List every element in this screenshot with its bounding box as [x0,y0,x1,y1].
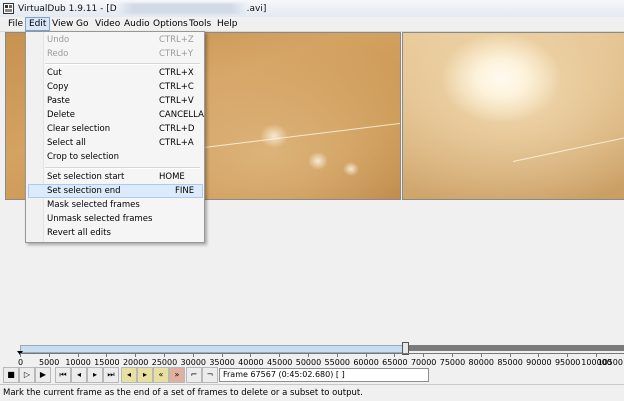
menu-item-undo[interactable]: Undo CTRL+Z [28,33,201,47]
menu-item-select-all[interactable]: Select all CTRL+A [28,136,201,150]
timeline-tick [538,353,540,357]
timeline-tick-label: 20000 [122,358,149,367]
timeline-tick-label: 85000 [497,358,523,367]
next-frame-icon[interactable]: ▸ [87,367,103,383]
window-title: VirtualDub 1.9.11 - [D .avi] [18,3,267,14]
menu-item-paste[interactable]: Paste CTRL+V [28,94,201,108]
timeline-tick-label: 5000 [39,358,60,367]
timeline-tick [20,353,21,357]
menu-item-crop-to-selection[interactable]: Crop to selection [28,150,201,164]
timeline-tick [308,353,309,357]
timeline-tick-label: 65000 [382,358,408,367]
menu-item-clear-selection[interactable]: Clear selection CTRL+D [28,122,201,136]
timeline-selection[interactable] [20,345,407,353]
timeline-tick [250,353,252,357]
menu-go[interactable]: Go [73,18,91,30]
menu-item-redo[interactable]: Redo CTRL+Y [28,47,201,61]
timeline-tick-label: 55000 [324,358,350,367]
timeline-tick [221,353,223,357]
redacted-filename [116,3,247,14]
timeline-tick [192,353,194,357]
status-bar: Mark the current frame as the end of a s… [0,384,624,401]
mark-in-icon[interactable]: ⌐ [186,367,202,383]
title-bar: VirtualDub 1.9.11 - [D .avi] [0,0,624,18]
timeline-tick-label: 80000 [468,358,494,367]
mark-out-icon[interactable]: ¬ [202,367,218,383]
timeline[interactable]: 0 5000 10000 15000 20000 25000 30000 35000 40000… [0,340,624,370]
go-start-icon[interactable]: ⏮ [55,367,71,383]
prev-frame-icon[interactable]: ◂ [71,367,87,383]
menu-help[interactable]: Help [214,18,241,30]
timeline-tick-label: 0 [18,358,24,367]
prev-key-icon[interactable]: ◂ [121,367,137,383]
timeline-tick [336,353,338,357]
timeline-tick-label: 50000 [295,358,322,367]
timeline-tick [596,353,597,357]
playback-toolbar: ■ ▷ ▶ ⏮ ◂ ▸ ⏭ ◂ ▸ « » ⌐ ¬ Frame 67567 (0… [0,367,624,383]
menu-video[interactable]: Video [92,18,123,30]
menu-options[interactable]: Options [150,18,191,30]
timeline-tick-label: 30000 [180,358,206,367]
timeline-tick [509,353,511,357]
timeline-tick-label: 10000 [65,358,91,367]
menu-separator [45,167,200,169]
timeline-tick [164,353,165,357]
timeline-tick [480,353,482,357]
menu-item-set-selection-start[interactable]: Set selection start HOME [28,170,201,184]
timeline-tick [135,353,137,357]
timeline-tick-label: 70000 [410,358,437,367]
timeline-tick [567,353,569,357]
scene-forward-icon[interactable]: » [169,367,185,383]
timeline-tick-label: 40000 [238,358,264,367]
stop-icon[interactable]: ■ [3,367,19,383]
menu-item-revert-all-edits[interactable]: Revert all edits [28,226,201,240]
menu-edit[interactable]: Edit [25,17,51,31]
output-video-pane[interactable] [402,32,624,200]
menu-item-delete[interactable]: Delete CANCELLA [28,108,204,122]
menu-file[interactable]: File [5,18,26,30]
frame-readout: Frame 67567 (0:45:02.680) [ ] [219,368,429,382]
menu-item-copy[interactable]: Copy CTRL+C [28,80,201,94]
timeline-tick-label: 15000 [94,358,120,367]
timeline-tick-label: 45000 [266,358,293,367]
menu-bar: File Edit View Go Video Audio Options To… [0,17,624,32]
menu-separator [45,63,200,65]
timeline-tick [365,353,367,357]
timeline-tick-label: 75000 [439,358,466,367]
timeline-tick-label: 25000 [151,358,178,367]
app-icon [3,3,14,14]
menu-item-cut[interactable]: Cut CTRL+X [28,66,201,80]
scene-back-icon[interactable]: « [153,367,169,383]
timeline-tick-label: 95000 [554,358,581,367]
menu-item-unmask-selected-frames[interactable]: Unmask selected frames [28,212,201,226]
menu-item-mask-selected-frames[interactable]: Mask selected frames [28,198,201,212]
timeline-tick-label: 60000 [353,358,379,367]
timeline-tick [423,353,425,357]
timeline-track[interactable] [406,345,624,351]
play-input-icon[interactable]: ▷ [19,367,35,383]
timeline-tick [106,353,108,357]
light-streak [513,133,624,162]
timeline-tick [77,353,79,357]
timeline-tick [452,353,453,357]
timeline-tick [279,353,281,357]
timeline-tick-label: 90000 [526,358,552,367]
timeline-tick [394,353,396,357]
go-end-icon[interactable]: ⏭ [103,367,119,383]
menu-audio[interactable]: Audio [121,18,153,30]
next-key-icon[interactable]: ▸ [137,367,153,383]
menu-item-set-selection-end[interactable]: Set selection end FINE [28,184,203,198]
edit-menu-dropdown: Undo CTRL+Z Redo CTRL+Y Cut CTRL+X Copy CTRL… [25,31,205,243]
timeline-tick-label: 35000 [209,358,235,367]
timeline-tick-label: 10500 [597,358,623,367]
play-output-icon[interactable]: ▶ [35,367,51,383]
light-streak [196,121,400,149]
menu-tools[interactable]: Tools [186,18,214,30]
timeline-tick [48,353,50,357]
